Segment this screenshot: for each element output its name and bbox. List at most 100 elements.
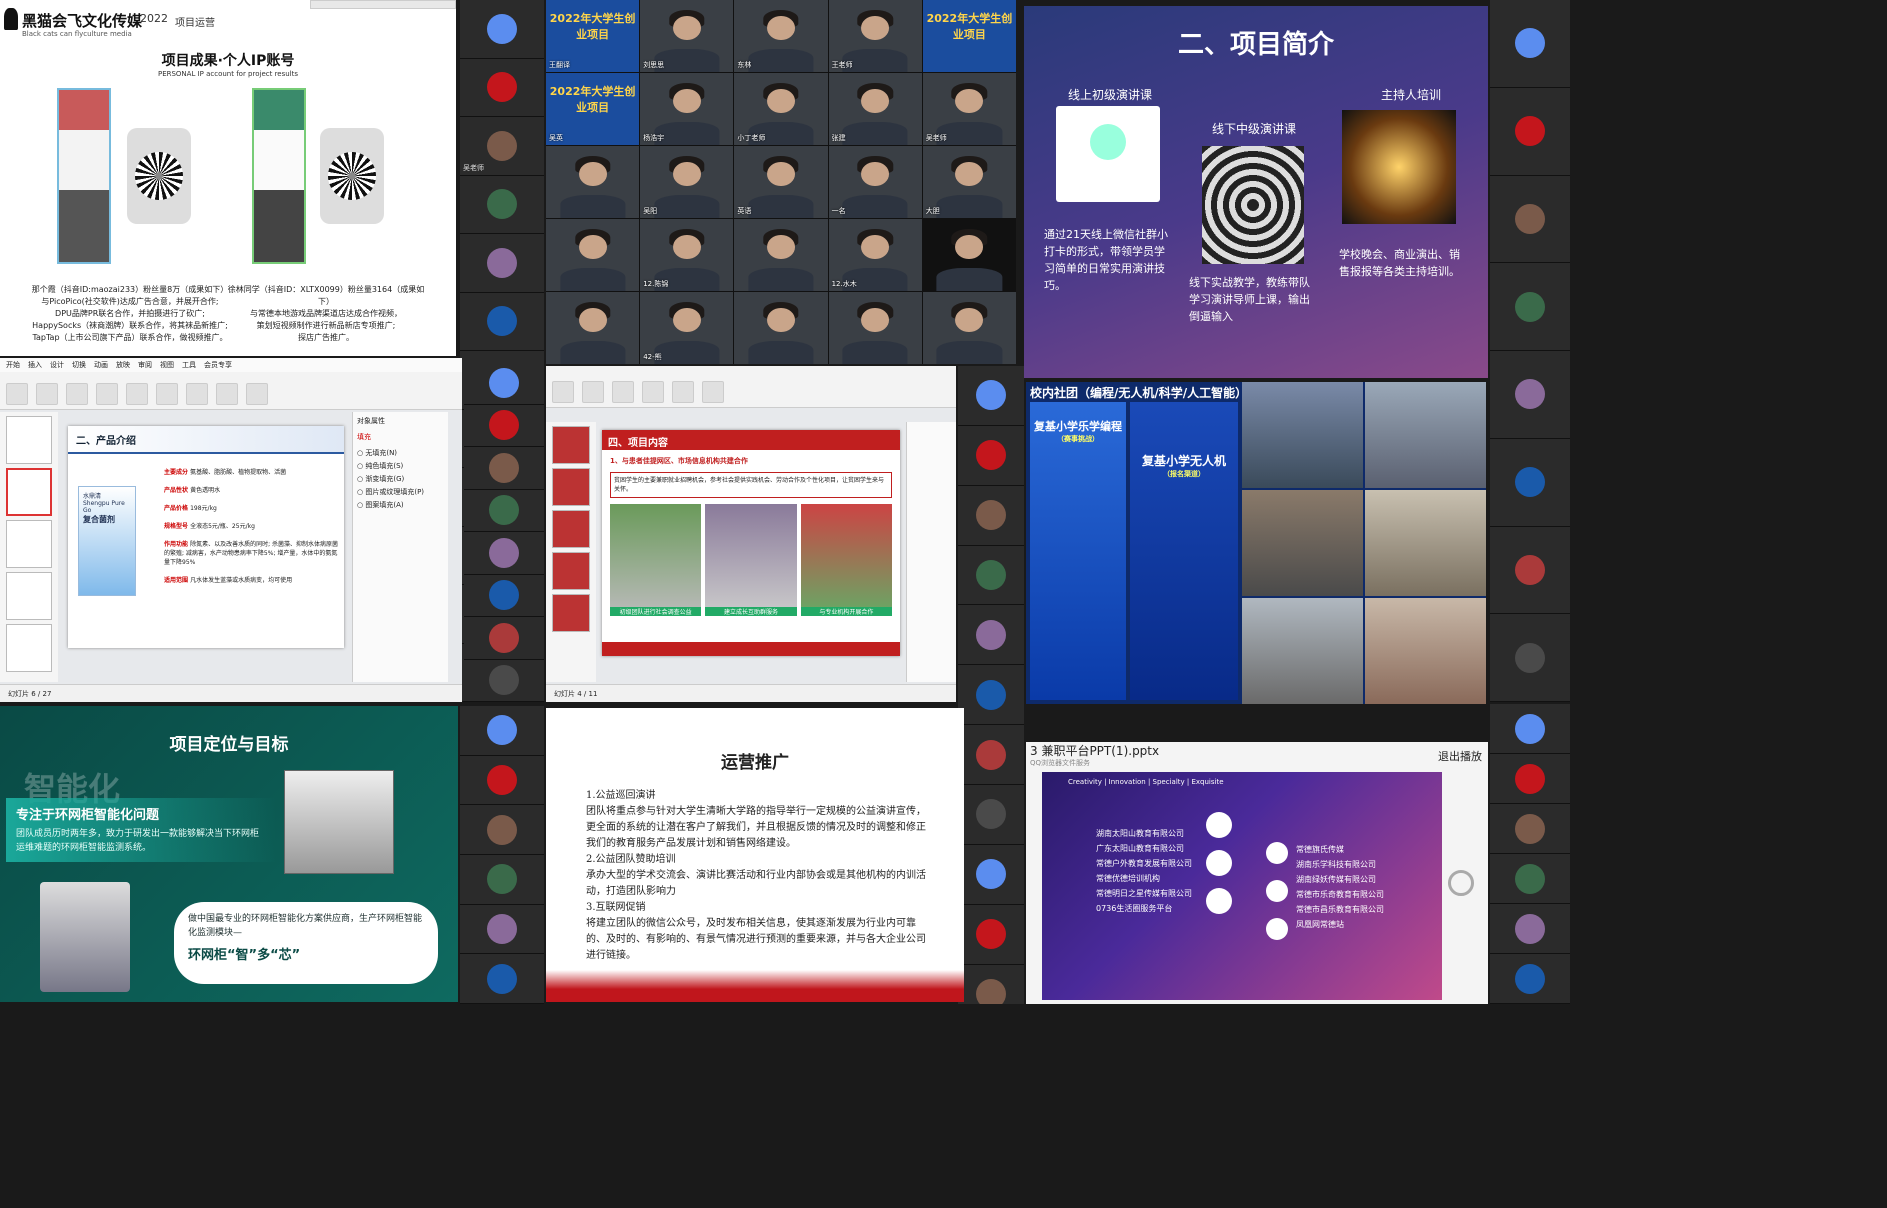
panel-tab[interactable]: 填充 <box>357 432 444 442</box>
video-feed[interactable]: 小丁老师 <box>734 73 828 145</box>
menu-item[interactable]: 会员专享 <box>204 360 232 370</box>
slide-canvas[interactable]: 四、项目内容 1、与患者佳提网区、市场信息机构共建合作 贫困学生的主要兼职就业招… <box>602 430 900 656</box>
circle-control-icon[interactable] <box>1448 870 1474 896</box>
video-feed[interactable]: 42-熊 <box>640 292 734 364</box>
slide-thumb[interactable] <box>552 552 590 590</box>
menu-item[interactable]: 工具 <box>182 360 196 370</box>
tool-icon[interactable] <box>96 383 118 405</box>
fill-option[interactable]: ○ 渐变填充(G) <box>357 474 444 484</box>
video-feed[interactable] <box>922 219 1016 291</box>
participant-tile[interactable] <box>1490 754 1570 804</box>
menu-item[interactable]: 开始 <box>6 360 20 370</box>
slide-thumb[interactable] <box>552 426 590 464</box>
tool-icon[interactable] <box>36 383 58 405</box>
participant-tile[interactable] <box>958 665 1024 726</box>
slide-thumb[interactable] <box>6 416 52 464</box>
fill-option[interactable]: ○ 图片或纹理填充(P) <box>357 487 444 497</box>
video-feed[interactable] <box>734 292 828 364</box>
video-feed[interactable]: 大胆 <box>922 146 1016 218</box>
participant-tile[interactable] <box>958 904 1024 965</box>
slide-thumb[interactable] <box>552 510 590 548</box>
participant-tile[interactable] <box>464 404 544 447</box>
video-feed[interactable] <box>546 146 640 218</box>
fill-option[interactable]: ○ 无填充(N) <box>357 448 444 458</box>
participant-tile[interactable] <box>464 659 544 702</box>
video-feed[interactable]: 张建 <box>828 73 922 145</box>
participant-tile[interactable] <box>1490 263 1570 351</box>
participant-tile[interactable] <box>1490 87 1570 176</box>
participant-tile[interactable] <box>1490 614 1570 702</box>
participant-tile[interactable] <box>464 447 544 490</box>
participant-tile[interactable] <box>460 58 544 117</box>
object-properties-panel[interactable]: 对象属性 填充 ○ 无填充(N) ○ 纯色填充(S) ○ 渐变填充(G) ○ 图片或纹… <box>352 412 448 682</box>
participant-tile[interactable] <box>958 844 1024 905</box>
participant-tile[interactable] <box>464 532 544 575</box>
participant-tile[interactable] <box>958 425 1024 486</box>
menu-item[interactable]: 审阅 <box>138 360 152 370</box>
participant-tile[interactable] <box>958 785 1024 845</box>
slide-thumb[interactable] <box>552 594 590 632</box>
participant-tile[interactable] <box>464 617 544 660</box>
video-feed[interactable]: 2022年大学生创业项目 <box>922 0 1016 72</box>
participant-tile[interactable] <box>1490 854 1570 904</box>
slide-thumbnails[interactable] <box>546 422 596 682</box>
tool-icon[interactable] <box>642 381 664 403</box>
video-feed[interactable]: 东林 <box>734 0 828 72</box>
video-feed[interactable]: 12.水木 <box>828 219 922 291</box>
tool-icon[interactable] <box>612 381 634 403</box>
video-feed[interactable] <box>828 292 922 364</box>
tool-icon[interactable] <box>582 381 604 403</box>
fill-option[interactable]: ○ 图案填充(A) <box>357 500 444 510</box>
video-feed[interactable] <box>922 292 1016 364</box>
participant-tile[interactable] <box>1490 954 1570 1004</box>
participant-tile[interactable] <box>460 706 544 756</box>
participant-tile[interactable] <box>464 362 544 405</box>
tool-icon[interactable] <box>186 383 208 405</box>
participant-tile[interactable] <box>1490 526 1570 615</box>
participant-tile[interactable] <box>958 485 1024 546</box>
slide-thumb[interactable] <box>6 624 52 672</box>
participant-tile[interactable] <box>460 0 544 59</box>
video-feed[interactable] <box>546 292 640 364</box>
participant-tile[interactable] <box>460 292 544 351</box>
slide-thumbnails[interactable] <box>0 412 58 682</box>
participant-tile[interactable] <box>464 489 544 532</box>
participant-tile[interactable]: 吴老师 <box>460 117 544 176</box>
video-feed[interactable]: 12.陈锦 <box>640 219 734 291</box>
video-feed[interactable]: 2022年大学生创业项目 王翻译 <box>546 0 640 72</box>
fill-option[interactable]: ○ 纯色填充(S) <box>357 461 444 471</box>
menu-item[interactable]: 视图 <box>160 360 174 370</box>
ribbon-toolbar[interactable] <box>0 372 462 410</box>
participant-tile[interactable] <box>1490 704 1570 754</box>
participant-tile[interactable] <box>1490 804 1570 854</box>
slide-canvas[interactable]: 二、产品介绍 水鼎清 Shengpu Pure Go 复合菌剂 主要成分 氨基酸… <box>68 426 344 648</box>
video-feed[interactable]: 吴阳 <box>640 146 734 218</box>
participant-tile[interactable] <box>958 366 1024 426</box>
video-feed[interactable]: 英语 <box>734 146 828 218</box>
participant-tile[interactable] <box>1490 438 1570 527</box>
slide-thumb[interactable] <box>6 572 52 620</box>
slide-thumb[interactable] <box>552 468 590 506</box>
menu-item[interactable]: 插入 <box>28 360 42 370</box>
video-feed[interactable] <box>734 219 828 291</box>
participant-tile[interactable] <box>460 904 544 955</box>
slide-thumb-active[interactable] <box>6 468 52 516</box>
participant-tile[interactable] <box>460 234 544 293</box>
properties-panel[interactable] <box>906 422 956 682</box>
video-feed[interactable]: 王老师 <box>828 0 922 72</box>
video-feed[interactable]: 一名 <box>828 146 922 218</box>
tool-icon[interactable] <box>6 383 28 405</box>
participant-tile[interactable] <box>1490 351 1570 439</box>
participant-tile[interactable] <box>464 574 544 617</box>
video-feed[interactable]: 杨浩宇 <box>640 73 734 145</box>
menu-item[interactable]: 设计 <box>50 360 64 370</box>
tool-icon[interactable] <box>672 381 694 403</box>
menu-item[interactable]: 放映 <box>116 360 130 370</box>
video-feed[interactable] <box>546 219 640 291</box>
participant-tile[interactable] <box>460 755 544 806</box>
tool-icon[interactable] <box>156 383 178 405</box>
participant-tile[interactable] <box>460 954 544 1004</box>
menu-item[interactable]: 动画 <box>94 360 108 370</box>
toolbar-floating[interactable] <box>310 0 456 9</box>
tool-icon[interactable] <box>66 383 88 405</box>
